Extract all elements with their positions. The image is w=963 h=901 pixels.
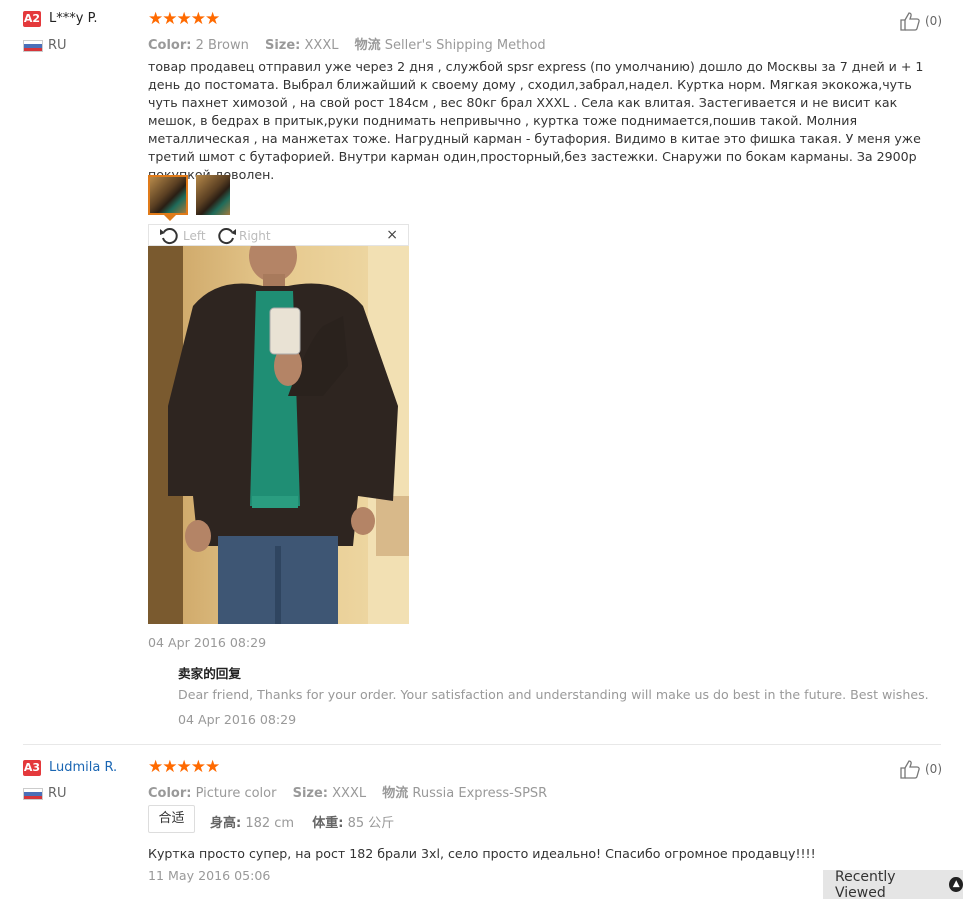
rotate-left-label: Left xyxy=(183,229,206,243)
customer-photo-image xyxy=(148,246,409,624)
country-code: RU xyxy=(48,786,67,801)
photo-thumbnail-1[interactable] xyxy=(148,175,188,215)
user-name[interactable]: Ludmila R. xyxy=(49,760,117,775)
photo-viewer-toolbar: Left Right × xyxy=(148,224,409,246)
russia-flag-icon xyxy=(23,788,43,800)
weight-label: 体重: xyxy=(312,816,344,831)
recently-viewed-button[interactable]: Recently Viewed ▲ xyxy=(823,868,963,901)
review-date: 11 May 2016 05:06 xyxy=(148,868,271,883)
close-icon[interactable]: × xyxy=(386,227,398,243)
body-stats: 身高: 182 cm 体重: 85 公斤 xyxy=(210,812,394,831)
thumbs-up-icon xyxy=(900,12,920,31)
height-label: 身高: xyxy=(210,816,242,831)
like-count: (0) xyxy=(925,14,942,28)
height-value: 182 cm xyxy=(245,816,295,831)
rotate-left-icon xyxy=(160,228,178,245)
user-name: L***y P. xyxy=(49,11,98,26)
review-date: 04 Apr 2016 08:29 xyxy=(148,635,267,650)
helpful-button[interactable]: (0) xyxy=(899,11,942,31)
country-code: RU xyxy=(48,38,67,53)
rotate-right-button[interactable]: Right xyxy=(215,226,271,246)
shipping-value: Russia Express-SPSR xyxy=(412,786,548,801)
chevron-up-icon: ▲ xyxy=(949,877,963,892)
seller-reply-title: 卖家的回复 xyxy=(178,666,241,681)
seller-reply-text: Dear friend, Thanks for your order. Your… xyxy=(178,687,929,702)
size-label: Size: xyxy=(292,786,329,801)
rotate-right-icon xyxy=(218,228,236,245)
photo-thumbnails xyxy=(148,175,230,215)
weight-value: 85 公斤 xyxy=(347,816,395,831)
review-divider xyxy=(23,744,941,745)
shipping-value: Seller's Shipping Method xyxy=(384,38,546,53)
star-rating: ★★★★★ xyxy=(148,9,220,29)
rotate-right-label: Right xyxy=(239,229,271,243)
like-count: (0) xyxy=(925,762,942,776)
thumbs-up-icon xyxy=(900,760,920,779)
order-attributes: Color: 2 Brown Size: XXXL 物流 Seller's Sh… xyxy=(148,34,546,53)
shipping-label: 物流 xyxy=(354,38,381,53)
order-attributes: Color: Picture color Size: XXXL 物流 Russi… xyxy=(148,782,547,801)
thumbnail-pointer xyxy=(163,214,177,221)
star-rating: ★★★★★ xyxy=(148,757,220,777)
recently-viewed-label: Recently Viewed xyxy=(835,868,896,901)
size-value: XXXL xyxy=(332,786,367,801)
color-label: Color: xyxy=(148,786,192,801)
review-photo xyxy=(148,246,409,624)
level-badge: A3 xyxy=(23,760,41,776)
seller-reply-date: 04 Apr 2016 08:29 xyxy=(178,712,297,727)
level-badge: A2 xyxy=(23,11,41,27)
shipping-label: 物流 xyxy=(382,786,409,801)
fit-badge: 合适 xyxy=(148,805,195,833)
color-value: 2 Brown xyxy=(195,38,249,53)
rotate-left-button[interactable]: Left xyxy=(159,226,206,246)
size-value: XXXL xyxy=(304,38,339,53)
russia-flag-icon xyxy=(23,40,43,52)
review-text: Куртка просто супер, на рост 182 брали 3… xyxy=(148,846,816,861)
helpful-button[interactable]: (0) xyxy=(899,759,942,779)
size-label: Size: xyxy=(264,38,301,53)
color-label: Color: xyxy=(148,38,192,53)
review-text: товар продавец отправил уже через 2 дня … xyxy=(148,59,924,182)
color-value: Picture color xyxy=(195,786,277,801)
photo-thumbnail-2[interactable] xyxy=(196,175,230,215)
